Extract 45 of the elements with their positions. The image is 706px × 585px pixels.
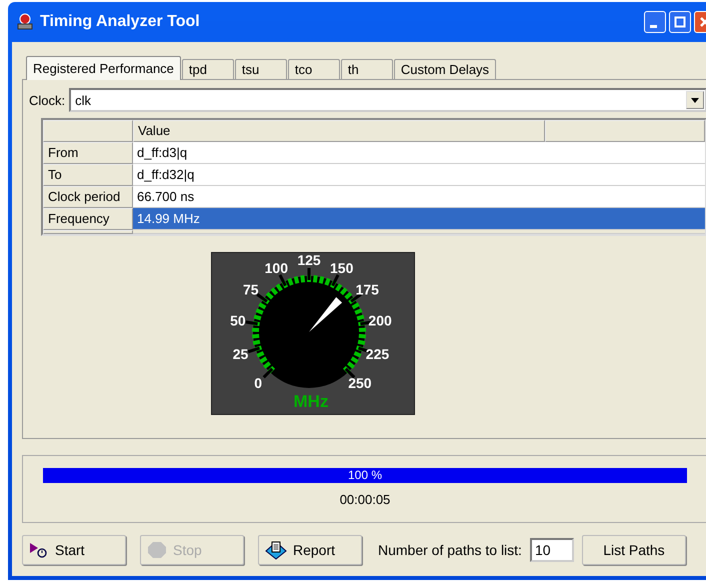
row-header: To [43, 164, 133, 186]
app-icon [16, 13, 34, 31]
table-cell[interactable]: 14.99 MHz [133, 208, 705, 230]
maximize-button[interactable] [669, 11, 691, 33]
tab[interactable]: tpd [182, 59, 234, 79]
action-button[interactable]: Report [258, 535, 362, 565]
flag-clock-icon [29, 542, 49, 558]
action-button[interactable]: Start [22, 535, 126, 565]
stop-sign-icon [147, 541, 167, 559]
tab[interactable]: tco [288, 59, 340, 79]
clock-dropdown[interactable]: clk [69, 88, 706, 112]
gauge-label: 225 [366, 346, 390, 362]
gauge-label: 50 [230, 312, 246, 329]
minimize-button[interactable] [644, 11, 666, 33]
gauge-label: 75 [242, 282, 259, 298]
gauge-label: 25 [232, 346, 248, 362]
paths-label: Number of paths to list: [378, 542, 522, 558]
gauge-label: 150 [330, 260, 354, 276]
tab[interactable]: th [340, 59, 393, 79]
progress-reading: 100 % [346, 468, 384, 483]
gauge-label: 100 [264, 260, 288, 276]
gauge-label: 200 [368, 312, 392, 329]
gauge-label: 125 [297, 252, 321, 268]
gauge-label: 0 [254, 374, 262, 391]
minimize-icon [650, 24, 657, 28]
tab[interactable]: Registered Performance [26, 56, 181, 80]
row-header: Frequency [43, 208, 133, 230]
row-header: From [43, 142, 133, 164]
window-title: Timing Analyzer Tool [40, 13, 200, 31]
table-cell[interactable]: d_ff:d3|q [133, 142, 705, 164]
gauge-label: 175 [356, 282, 379, 298]
clock-label: Clock: [29, 92, 66, 108]
table-cell[interactable]: 66.700 ns [133, 186, 705, 208]
gauge-unit: MHz [294, 392, 328, 411]
list-paths-button[interactable]: List Paths [582, 535, 686, 565]
table-cell[interactable]: d_ff:d32|q [133, 164, 705, 186]
gauge-label: 250 [348, 374, 372, 391]
column-header: Value [133, 120, 545, 142]
row-header: Clock period [43, 186, 133, 208]
paths-count-field[interactable]: 10 [530, 538, 574, 562]
tab[interactable]: Custom Delays [394, 59, 496, 79]
tab[interactable]: tsu [234, 59, 287, 79]
maximize-icon [674, 16, 686, 28]
elapsed-time: 00:00:05 [338, 492, 392, 507]
report-icon [265, 540, 287, 560]
